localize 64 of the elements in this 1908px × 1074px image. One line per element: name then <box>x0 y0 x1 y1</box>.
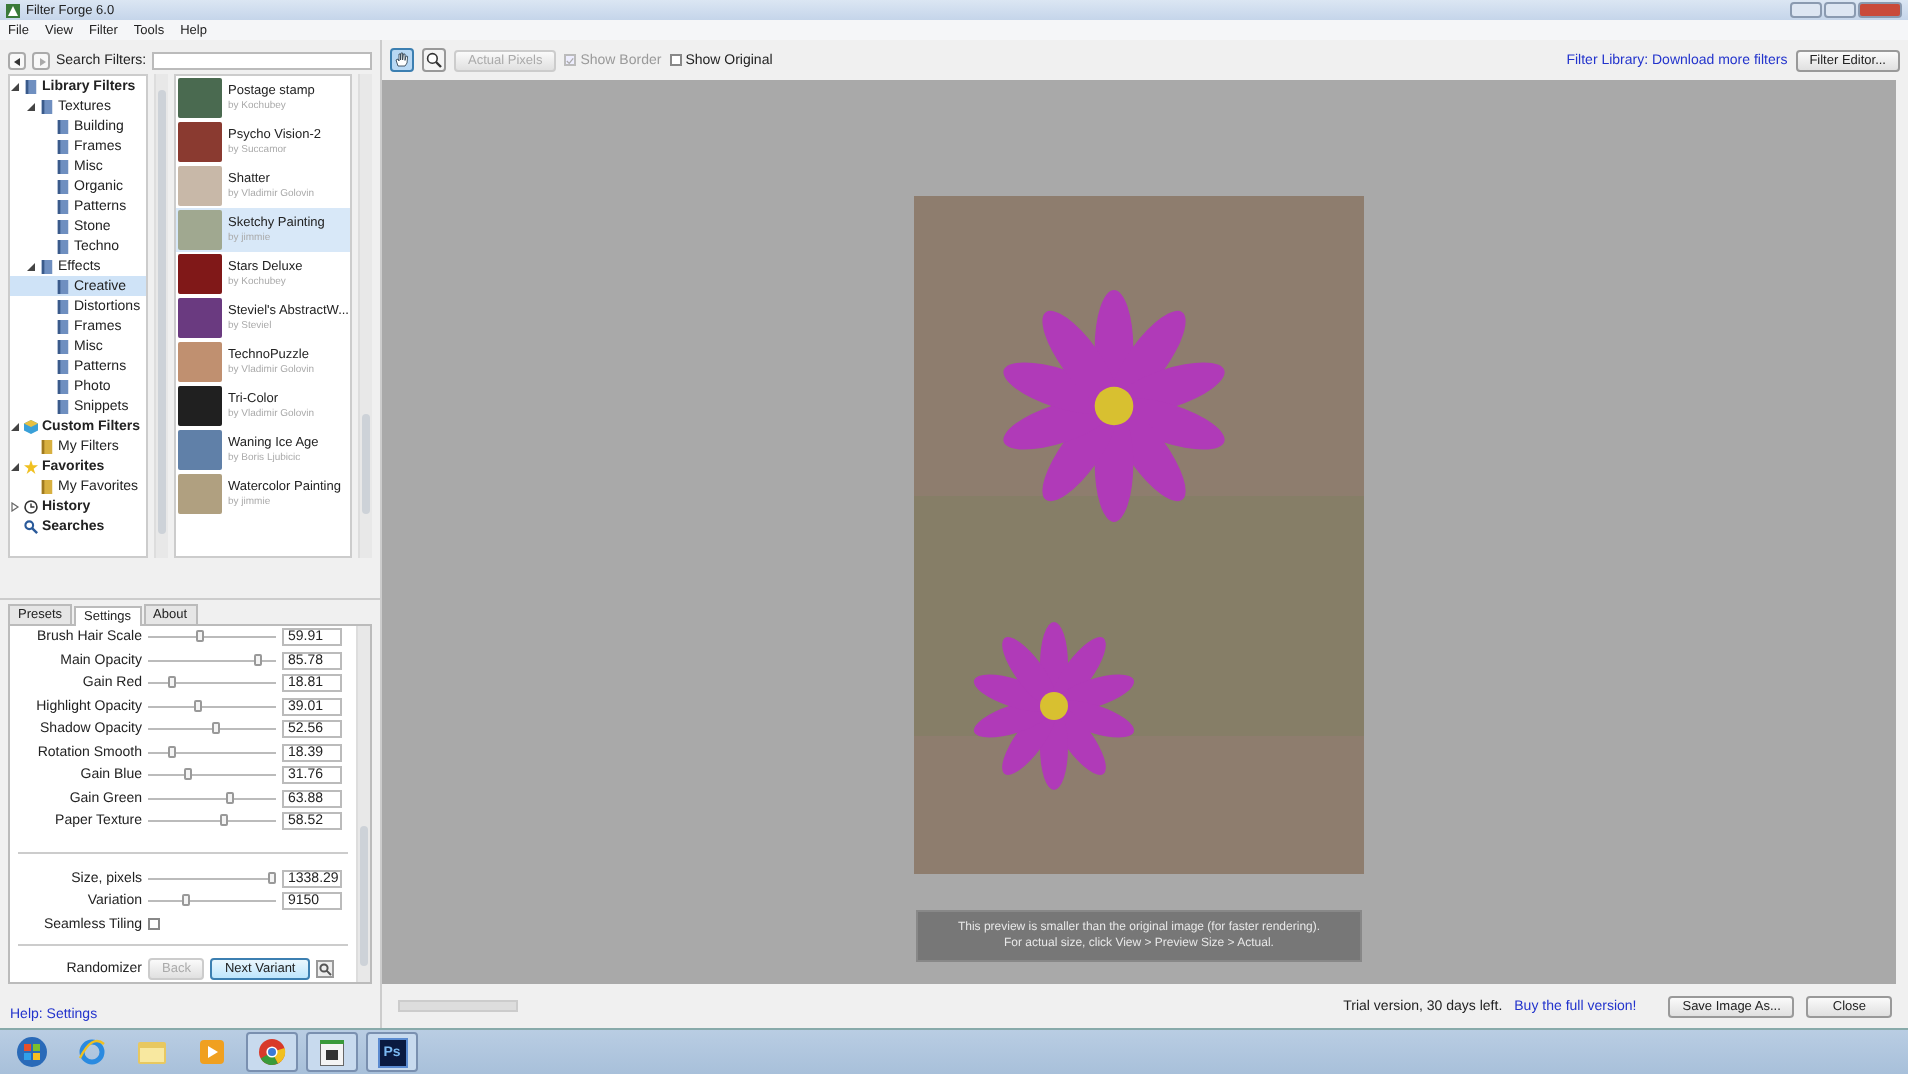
expanded-arrow-icon[interactable] <box>10 461 20 471</box>
folder-icon <box>40 439 54 453</box>
slider-thumb[interactable] <box>184 768 193 781</box>
book-icon <box>56 219 70 233</box>
book-icon <box>56 359 70 373</box>
start-orb-icon[interactable] <box>16 1036 48 1068</box>
maximize-button[interactable] <box>1824 2 1856 18</box>
close-button[interactable] <box>1858 2 1902 18</box>
randomizer-options-icon[interactable] <box>315 959 334 977</box>
checkbox[interactable] <box>669 54 682 66</box>
zoom-icon <box>426 52 442 68</box>
folder-icon <box>40 479 54 493</box>
book-icon <box>56 179 70 193</box>
slider-thumb[interactable] <box>219 814 228 827</box>
slider-thumb[interactable] <box>167 745 176 758</box>
chrome-icon[interactable] <box>258 1038 286 1066</box>
book-icon <box>56 299 70 313</box>
slider-thumb[interactable] <box>193 699 202 712</box>
scrollbar[interactable] <box>154 74 168 558</box>
zoom-tool-button[interactable] <box>422 48 446 72</box>
taskbar-button[interactable] <box>306 1032 358 1072</box>
slider-thumb[interactable] <box>195 630 204 643</box>
search-field[interactable] <box>152 52 372 70</box>
book-icon <box>56 159 70 173</box>
clock-icon <box>24 499 38 513</box>
book-icon <box>56 339 70 353</box>
slider-thumb[interactable] <box>254 653 263 666</box>
expanded-arrow-icon[interactable] <box>26 101 36 111</box>
forward-button[interactable] <box>32 52 50 70</box>
book-icon <box>56 399 70 413</box>
book-icon <box>56 239 70 253</box>
slider-thumb[interactable] <box>182 894 191 907</box>
slider-thumb[interactable] <box>211 722 220 735</box>
collapsed-arrow-icon[interactable] <box>10 501 20 511</box>
expanded-arrow-icon[interactable] <box>10 81 20 91</box>
slider-thumb[interactable] <box>225 791 234 804</box>
search-icon <box>24 519 38 533</box>
book-icon <box>40 259 54 273</box>
back-button[interactable] <box>8 52 26 70</box>
book-icon <box>56 319 70 333</box>
hand-icon <box>394 52 410 68</box>
book-icon <box>56 119 70 133</box>
slider-thumb[interactable] <box>168 676 177 689</box>
star-icon <box>24 459 38 473</box>
back-arrow-icon <box>13 57 21 65</box>
book-icon <box>24 79 38 93</box>
app-window-icon[interactable] <box>320 1039 344 1065</box>
media-player-icon[interactable] <box>200 1040 224 1064</box>
book-icon <box>56 379 70 393</box>
forward-arrow-icon <box>37 57 45 65</box>
book-icon <box>56 199 70 213</box>
book-icon <box>56 279 70 293</box>
cube-icon <box>24 419 38 433</box>
hand-tool-button[interactable] <box>390 48 414 72</box>
scrollbar[interactable] <box>358 74 372 558</box>
expanded-arrow-icon[interactable] <box>10 421 20 431</box>
expanded-arrow-icon[interactable] <box>26 261 36 271</box>
slider-thumb[interactable] <box>268 871 277 884</box>
book-icon <box>56 139 70 153</box>
book-icon <box>40 99 54 113</box>
checkbox[interactable] <box>148 918 160 931</box>
scrollbar[interactable] <box>356 626 370 982</box>
browser-icon[interactable] <box>78 1038 106 1066</box>
minimize-button[interactable] <box>1790 2 1822 18</box>
